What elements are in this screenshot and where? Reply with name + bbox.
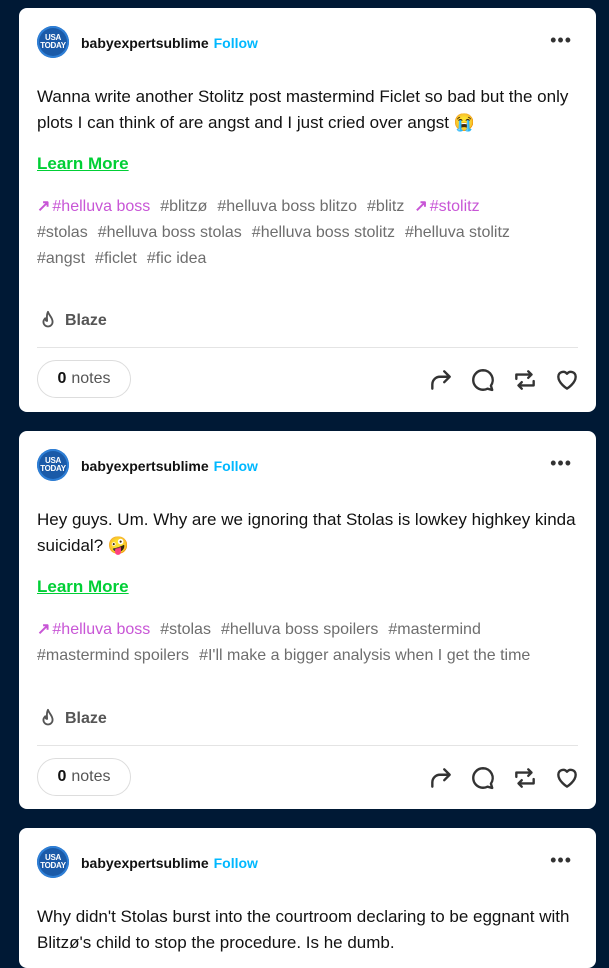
divider	[37, 745, 578, 746]
tag-link[interactable]: #helluva boss stolas	[98, 224, 242, 241]
avatar[interactable]: USA TODAY	[37, 846, 69, 878]
more-options-icon[interactable]: •••	[550, 850, 572, 871]
post-card: USA TODAY babyexpertsublime Follow ••• Wh…	[19, 828, 596, 968]
avatar-text: TODAY	[40, 41, 66, 50]
learn-more-link[interactable]: Learn More	[37, 154, 129, 174]
post-card: USA TODAY babyexpertsublime Follow ••• He…	[19, 431, 596, 809]
share-icon[interactable]	[428, 367, 454, 393]
tag-link[interactable]: #stolas	[160, 621, 211, 638]
tag-link[interactable]: #blitzø	[160, 198, 207, 215]
learn-more-link[interactable]: Learn More	[37, 577, 129, 597]
username[interactable]: babyexpertsublime Follow	[81, 855, 258, 871]
reply-icon[interactable]	[470, 367, 496, 393]
follow-button[interactable]: Follow	[214, 855, 258, 871]
tag-link[interactable]: #mastermind	[388, 621, 480, 638]
username[interactable]: babyexpertsublime Follow	[81, 458, 258, 474]
notes-label: notes	[71, 370, 111, 387]
post-header: USA TODAY babyexpertsublime Follow •••	[37, 449, 578, 483]
notes-count: 0	[57, 768, 67, 785]
tag-list: ↗ #helluva boss #blitzø #helluva boss blitz…	[37, 194, 582, 272]
trending-arrow-icon: ↗	[37, 621, 51, 638]
post-card: USA TODAY babyexpertsublime Follow ••• Wa…	[19, 8, 596, 412]
avatar-text: TODAY	[40, 861, 66, 870]
tag-link[interactable]: #blitz	[367, 198, 404, 215]
more-options-icon[interactable]: •••	[550, 453, 572, 474]
blaze-button[interactable]: Blaze	[37, 708, 107, 730]
tag-list: ↗ #helluva boss #stolas #helluva boss spoil…	[37, 617, 582, 669]
notes-count: 0	[57, 370, 67, 387]
post-actions	[428, 765, 580, 791]
tag-link[interactable]: #helluva boss blitzo	[217, 198, 357, 215]
tag-link[interactable]: #helluva boss stolitz	[252, 224, 395, 241]
post-header: USA TODAY babyexpertsublime Follow •••	[37, 26, 578, 60]
like-icon[interactable]	[554, 765, 580, 791]
tag-link[interactable]: #helluva boss spoilers	[221, 621, 378, 638]
post-header: USA TODAY babyexpertsublime Follow •••	[37, 846, 578, 880]
tag-link[interactable]: #angst	[37, 250, 85, 267]
flame-icon	[42, 708, 54, 726]
notes-button[interactable]: 0 notes	[37, 758, 131, 796]
trending-arrow-icon: ↗	[414, 198, 428, 215]
username-label: babyexpertsublime	[81, 458, 209, 474]
reply-icon[interactable]	[470, 765, 496, 791]
avatar[interactable]: USA TODAY	[37, 449, 69, 481]
post-actions	[428, 367, 580, 393]
tag-link[interactable]: #mastermind spoilers	[37, 647, 189, 664]
tag-link[interactable]: #I'll make a bigger analysis when I get …	[199, 647, 530, 664]
trending-arrow-icon: ↗	[37, 198, 51, 215]
tag-link[interactable]: #fic idea	[147, 250, 207, 267]
username-label: babyexpertsublime	[81, 855, 209, 871]
blaze-label: Blaze	[65, 710, 107, 727]
follow-button[interactable]: Follow	[214, 458, 258, 474]
reblog-icon[interactable]	[512, 765, 538, 791]
post-body: Wanna write another Stolitz post masterm…	[37, 87, 569, 132]
post-body: Hey guys. Um. Why are we ignoring that S…	[37, 510, 576, 555]
tag-link[interactable]: ↗ #helluva boss	[37, 198, 150, 215]
username-label: babyexpertsublime	[81, 35, 209, 51]
divider	[37, 347, 578, 348]
notes-label: notes	[71, 768, 111, 785]
more-options-icon[interactable]: •••	[550, 30, 572, 51]
follow-button[interactable]: Follow	[214, 35, 258, 51]
tag-link[interactable]: ↗ #stolitz	[414, 198, 479, 215]
post-body: Why didn't Stolas burst into the courtro…	[37, 907, 570, 952]
tag-link[interactable]: #ficlet	[95, 250, 137, 267]
share-icon[interactable]	[428, 765, 454, 791]
tag-link[interactable]: #stolas	[37, 224, 88, 241]
like-icon[interactable]	[554, 367, 580, 393]
avatar[interactable]: USA TODAY	[37, 26, 69, 58]
reblog-icon[interactable]	[512, 367, 538, 393]
tag-link[interactable]: #helluva stolitz	[405, 224, 510, 241]
blaze-button[interactable]: Blaze	[37, 310, 107, 332]
flame-icon	[42, 310, 54, 328]
notes-button[interactable]: 0 notes	[37, 360, 131, 398]
blaze-label: Blaze	[65, 312, 107, 329]
tag-link[interactable]: ↗ #helluva boss	[37, 621, 150, 638]
avatar-text: TODAY	[40, 464, 66, 473]
username[interactable]: babyexpertsublime Follow	[81, 35, 258, 51]
